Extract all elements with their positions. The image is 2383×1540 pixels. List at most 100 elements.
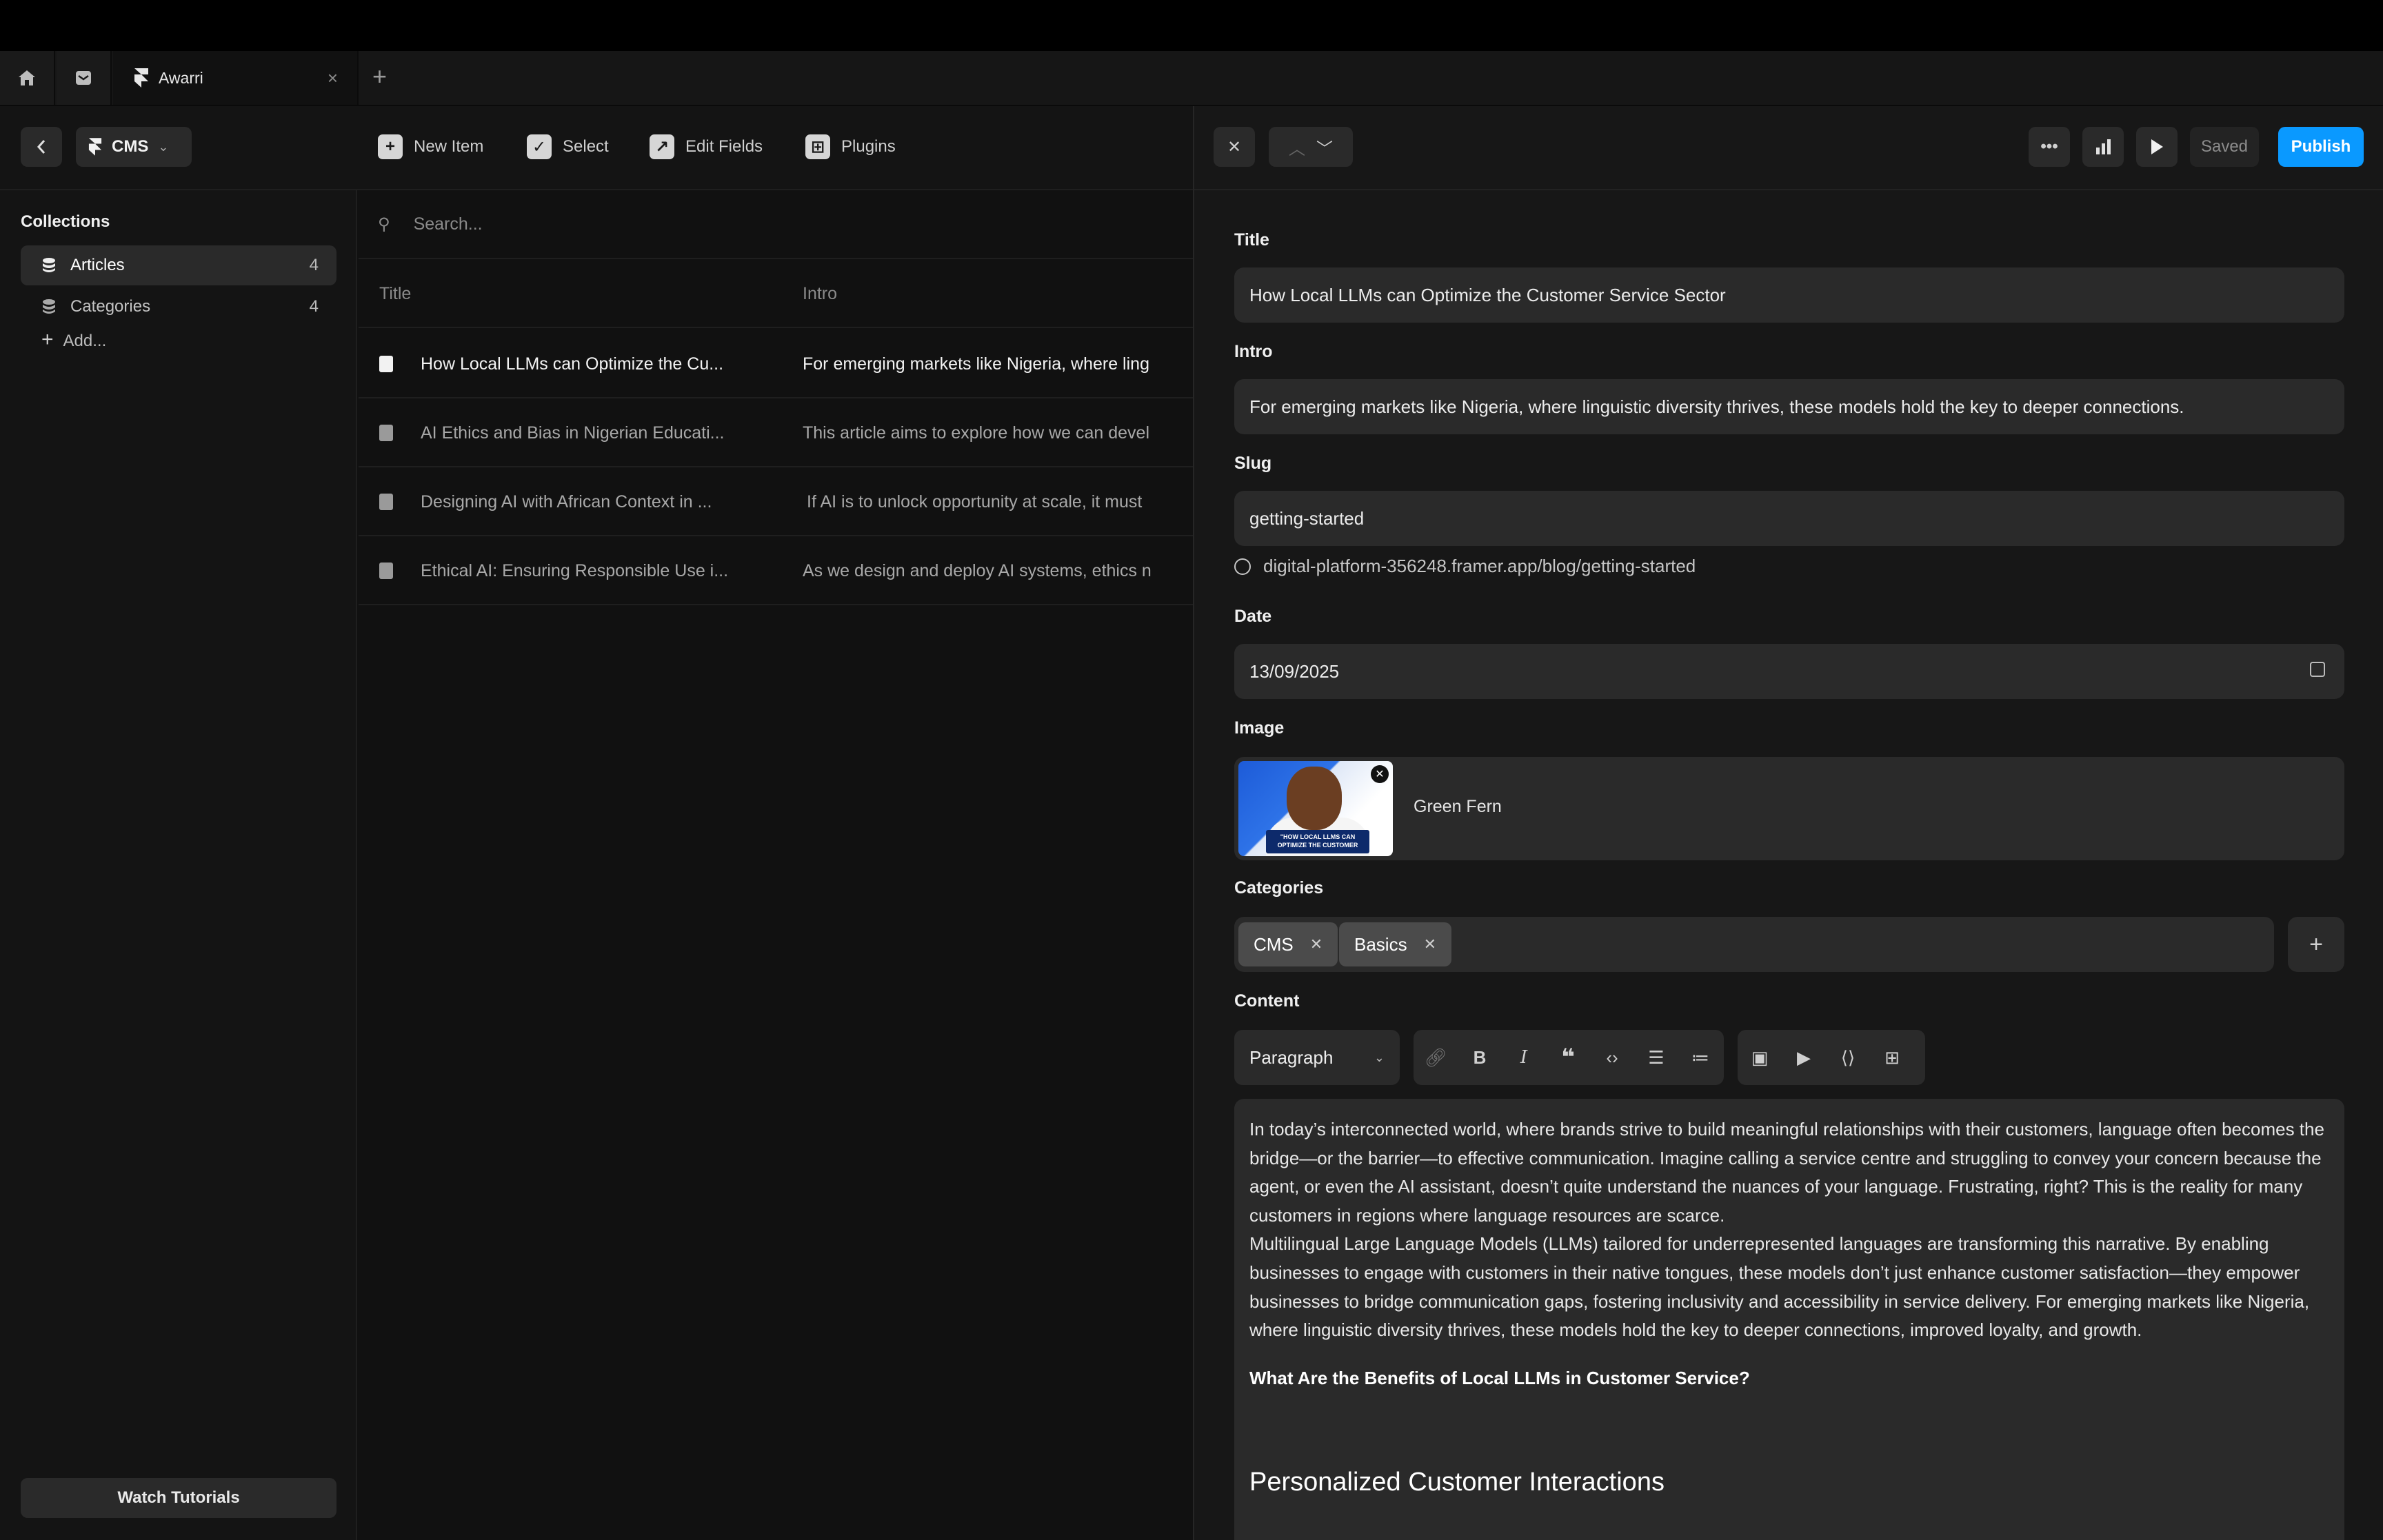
- new-item-label: New Item: [414, 137, 484, 156]
- row-title: Ethical AI: Ensuring Responsible Use i..…: [421, 561, 729, 580]
- numbered-list-icon[interactable]: ≔: [1678, 1047, 1722, 1068]
- edit-fields-button[interactable]: ↗ Edit Fields: [650, 127, 763, 167]
- embed-insert-icon[interactable]: ⟨⟩: [1826, 1047, 1870, 1068]
- category-chip-basics[interactable]: Basics ✕: [1339, 922, 1452, 966]
- code-icon[interactable]: ‹›: [1590, 1047, 1634, 1068]
- add-category-button[interactable]: +: [2288, 917, 2344, 972]
- column-header-intro[interactable]: Intro: [803, 284, 837, 304]
- database-icon: [43, 299, 55, 314]
- chevron-left-icon: [37, 140, 46, 154]
- search-bar[interactable]: ⚲ Search...: [359, 190, 1193, 259]
- saved-status: Saved: [2190, 127, 2259, 167]
- image-insert-icon[interactable]: ▣: [1738, 1047, 1782, 1068]
- intro-label: Intro: [1234, 342, 1273, 361]
- image-thumbnail[interactable]: "HOW LOCAL LLMS CAN OPTIMIZE THE CUSTOME…: [1238, 761, 1393, 856]
- search-icon: ⚲: [378, 214, 390, 234]
- prev-next-buttons[interactable]: ︿ ﹀: [1269, 127, 1353, 167]
- sidebar-item-articles[interactable]: Articles 4: [21, 245, 336, 285]
- categories-field[interactable]: CMS ✕ Basics ✕: [1234, 917, 2274, 972]
- select-label: Select: [563, 137, 609, 156]
- row-intro: This article aims to explore how we can …: [803, 423, 1150, 443]
- content-subheading: Personalized Customer Interactions: [1249, 1468, 1665, 1497]
- sidebar-item-categories[interactable]: Categories 4: [21, 287, 336, 327]
- date-label: Date: [1234, 607, 1272, 626]
- sidebar-item-count: 4: [309, 256, 319, 274]
- image-name: Green Fern: [1414, 797, 1502, 816]
- home-tab-button[interactable]: [0, 51, 55, 105]
- collections-sidebar: Collections Articles 4 Categories 4 + Add…: [0, 190, 357, 1540]
- publish-button[interactable]: Publish: [2278, 127, 2364, 167]
- add-collection-label: Add...: [63, 332, 107, 350]
- table-row[interactable]: Ethical AI: Ensuring Responsible Use i..…: [359, 536, 1193, 605]
- page-url: digital-platform-356248.framer.app/blog/…: [1234, 556, 1696, 577]
- paragraph-style-value: Paragraph: [1249, 1046, 1334, 1068]
- cms-label: CMS: [112, 137, 149, 156]
- new-item-button[interactable]: + New Item: [378, 127, 483, 167]
- back-button[interactable]: [21, 127, 62, 167]
- close-tab-icon[interactable]: ×: [328, 68, 338, 89]
- play-icon: [2151, 139, 2163, 154]
- bold-icon[interactable]: B: [1458, 1047, 1502, 1068]
- more-icon: •••: [2040, 137, 2058, 156]
- title-field[interactable]: How Local LLMs can Optimize the Customer…: [1234, 267, 2344, 323]
- column-header-title[interactable]: Title: [379, 284, 411, 304]
- item-editor-panel: ✕ ︿ ﹀ ••• Saved Publish Title How Local …: [1193, 106, 2383, 1540]
- preview-button[interactable]: [2136, 127, 2178, 167]
- slug-label: Slug: [1234, 454, 1272, 473]
- slug-field[interactable]: getting-started: [1234, 491, 2344, 546]
- document-icon: [379, 563, 393, 579]
- quote-icon[interactable]: ❝: [1546, 1044, 1590, 1071]
- remove-chip-icon[interactable]: ✕: [1424, 935, 1436, 953]
- category-chip-cms[interactable]: CMS ✕: [1238, 922, 1338, 966]
- sidebar-item-count: 4: [309, 297, 319, 316]
- analytics-button[interactable]: [2082, 127, 2124, 167]
- image-label: Image: [1234, 718, 1285, 738]
- document-icon: [379, 356, 393, 372]
- cms-workspace: CMS ⌄ + New Item ✓ Select ↗ Edit Fields …: [0, 106, 1193, 1540]
- new-tab-button[interactable]: +: [372, 62, 387, 91]
- home-icon: [19, 70, 35, 85]
- chevron-down-icon: ⌄: [1374, 1050, 1385, 1064]
- search-input[interactable]: Search...: [414, 214, 483, 234]
- link-icon[interactable]: 🔗︎: [1414, 1047, 1458, 1068]
- tab-bar: Awarri × +: [0, 51, 2383, 106]
- more-options-button[interactable]: •••: [2029, 127, 2070, 167]
- categories-label: Categories: [1234, 878, 1324, 898]
- page-url-text: digital-platform-356248.framer.app/blog/…: [1263, 556, 1696, 576]
- globe-icon: [1234, 558, 1251, 575]
- bullet-list-icon[interactable]: ☰: [1634, 1047, 1678, 1068]
- edit-arrow-icon: ↗: [650, 134, 674, 159]
- inbox-tab-button[interactable]: [57, 51, 112, 105]
- plus-icon: +: [41, 328, 54, 351]
- plugins-button[interactable]: ⊞ Plugins: [805, 127, 896, 167]
- chevron-down-icon[interactable]: ﹀: [1316, 135, 1333, 159]
- watch-tutorials-button[interactable]: Watch Tutorials: [21, 1478, 336, 1518]
- chip-label: CMS: [1254, 933, 1294, 955]
- remove-chip-icon[interactable]: ✕: [1310, 935, 1323, 953]
- date-field[interactable]: 13/09/2025: [1234, 644, 2344, 699]
- remove-image-icon[interactable]: ✕: [1371, 765, 1389, 783]
- close-editor-button[interactable]: ✕: [1214, 127, 1255, 167]
- table-row[interactable]: Designing AI with African Context in ...…: [359, 467, 1193, 536]
- paragraph-style-select[interactable]: Paragraph ⌄: [1234, 1030, 1400, 1085]
- framer-logo-icon: [134, 68, 148, 88]
- table-row[interactable]: How Local LLMs can Optimize the Cu... Fo…: [359, 330, 1193, 398]
- tab-awarri[interactable]: Awarri ×: [113, 51, 359, 105]
- format-toolbar: 🔗︎ B I ❝ ‹› ☰ ≔: [1414, 1030, 1724, 1085]
- calendar-icon[interactable]: [2310, 662, 2325, 677]
- plus-icon: +: [378, 134, 403, 159]
- cms-dropdown[interactable]: CMS ⌄: [76, 127, 192, 167]
- italic-icon[interactable]: I: [1502, 1047, 1546, 1068]
- intro-field[interactable]: For emerging markets like Nigeria, where…: [1234, 379, 2344, 434]
- add-collection-button[interactable]: + Add...: [41, 328, 106, 352]
- component-insert-icon[interactable]: ⊞: [1870, 1047, 1914, 1068]
- video-insert-icon[interactable]: ▶: [1782, 1047, 1826, 1068]
- table-row[interactable]: AI Ethics and Bias in Nigerian Educati..…: [359, 398, 1193, 467]
- content-editor[interactable]: In today’s interconnected world, where b…: [1234, 1099, 2344, 1540]
- table-header: Title Intro: [359, 261, 1193, 328]
- select-button[interactable]: ✓ Select: [527, 127, 609, 167]
- chevron-up-icon[interactable]: ︿: [1289, 135, 1305, 159]
- sidebar-item-label: Articles: [70, 256, 125, 274]
- row-title: How Local LLMs can Optimize the Cu...: [421, 354, 724, 374]
- image-field[interactable]: "HOW LOCAL LLMS CAN OPTIMIZE THE CUSTOME…: [1234, 757, 2344, 860]
